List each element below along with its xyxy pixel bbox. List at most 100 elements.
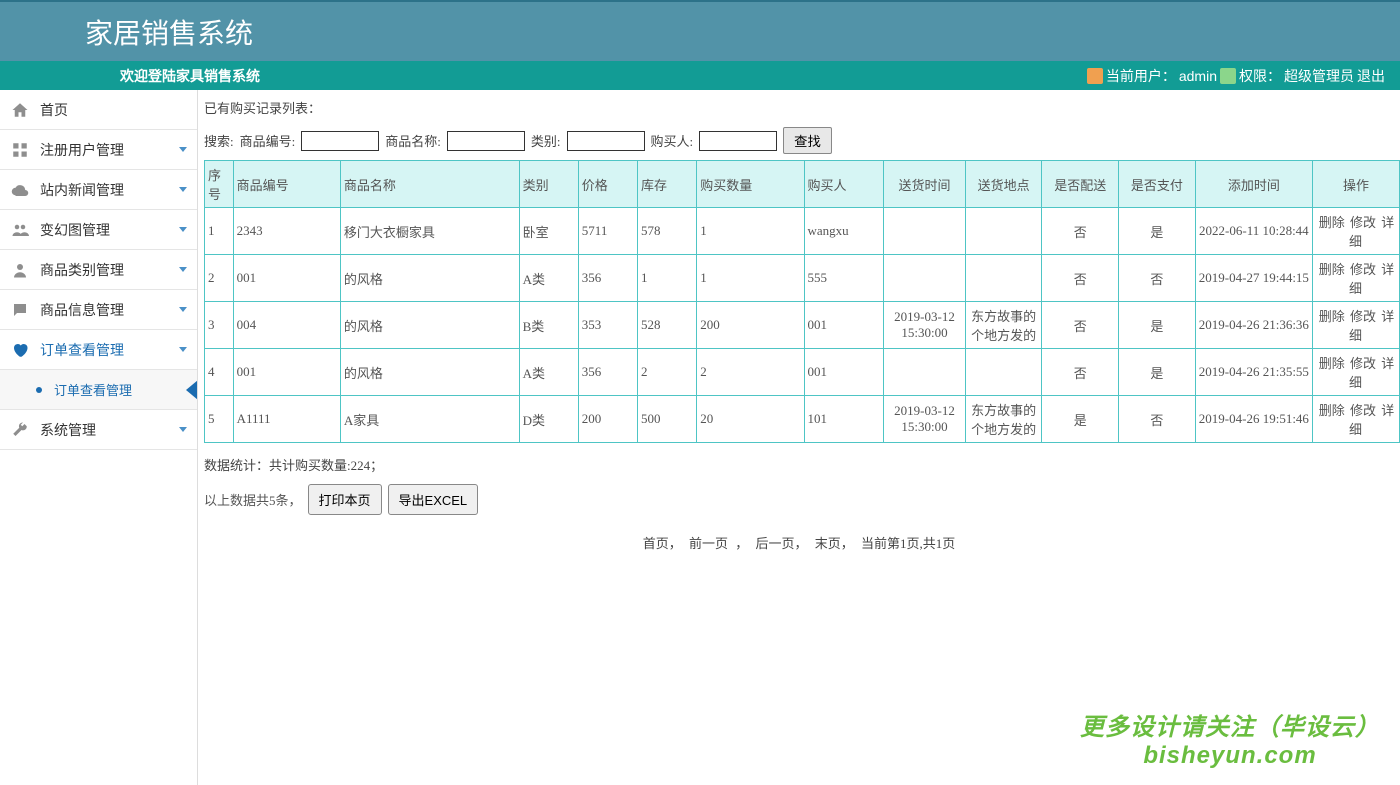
category-input[interactable] [567, 131, 645, 151]
table-cell: 001 [233, 255, 340, 302]
table-cell: wangxu [804, 208, 884, 255]
table-cell: 528 [638, 302, 697, 349]
export-button[interactable]: 导出EXCEL [388, 484, 479, 515]
home-icon [10, 100, 30, 120]
chevron-down-icon [179, 227, 187, 232]
table-cell: 3 [205, 302, 234, 349]
table-cell: 否 [1042, 208, 1119, 255]
search-bar: 搜索: 商品编号: 商品名称: 类别: 购买人: 查找 [204, 127, 1394, 154]
delete-link[interactable]: 删除 [1319, 309, 1345, 324]
chevron-down-icon [179, 307, 187, 312]
table-cell: 2019-04-26 19:51:46 [1195, 396, 1312, 443]
table-cell: A类 [519, 349, 578, 396]
wrench-icon [10, 420, 30, 440]
page-last[interactable]: 末页， [815, 536, 854, 551]
user-icon [1087, 68, 1103, 84]
data-table: 序号 商品编号 商品名称 类别 价格 库存 购买数量 购买人 送货时间 送货地点… [204, 160, 1400, 443]
logout-link[interactable]: 退出 [1357, 66, 1385, 86]
edit-link[interactable]: 修改 [1350, 262, 1376, 277]
delete-link[interactable]: 删除 [1319, 262, 1345, 277]
chevron-down-icon [179, 427, 187, 432]
sidebar-item-home[interactable]: 首页 [0, 90, 197, 130]
table-cell: 200 [578, 396, 637, 443]
page-prev[interactable]: 前一页 [689, 536, 728, 551]
table-cell: 否 [1042, 255, 1119, 302]
table-cell: 是 [1042, 396, 1119, 443]
sidebar-item-system[interactable]: 系统管理 [0, 410, 197, 450]
app-title: 家居销售系统 [85, 12, 253, 52]
table-cell: A家具 [340, 396, 519, 443]
table-cell: 20 [697, 396, 804, 443]
table-cell: 2 [697, 349, 804, 396]
delete-link[interactable]: 删除 [1319, 356, 1345, 371]
th-atime: 添加时间 [1195, 161, 1312, 208]
product-code-input[interactable] [301, 131, 379, 151]
th-buyer: 购买人 [804, 161, 884, 208]
page-first[interactable]: 首页， [643, 536, 682, 551]
table-cell: 5 [205, 396, 234, 443]
table-cell: 356 [578, 349, 637, 396]
sidebar-item-news[interactable]: 站内新闻管理 [0, 170, 197, 210]
list-title: 已有购买记录列表： [204, 98, 1394, 117]
print-button[interactable]: 打印本页 [308, 484, 382, 515]
sidebar-item-users[interactable]: 注册用户管理 [0, 130, 197, 170]
table-cell [965, 208, 1042, 255]
table-cell: 的风格 [340, 349, 519, 396]
table-cell: 004 [233, 302, 340, 349]
table-cell: 的风格 [340, 255, 519, 302]
search-button[interactable]: 查找 [783, 127, 832, 154]
th-stock: 库存 [638, 161, 697, 208]
delete-link[interactable]: 删除 [1319, 403, 1345, 418]
table-cell: 500 [638, 396, 697, 443]
table-cell: 是 [1119, 208, 1196, 255]
table-cell: 2019-03-12 15:30:00 [884, 396, 966, 443]
th-name: 商品名称 [340, 161, 519, 208]
cloud-icon [10, 180, 30, 200]
edit-link[interactable]: 修改 [1350, 309, 1376, 324]
table-cell: 否 [1042, 302, 1119, 349]
page-next[interactable]: 后一页， [756, 536, 808, 551]
buyer-input[interactable] [699, 131, 777, 151]
table-cell: 东方故事的个地方发的 [965, 396, 1042, 443]
delete-link[interactable]: 删除 [1319, 215, 1345, 230]
submenu-item-orders[interactable]: 订单查看管理 [0, 370, 197, 410]
chevron-down-icon [179, 147, 187, 152]
table-cell [965, 349, 1042, 396]
table-cell: 4 [205, 349, 234, 396]
sidebar: 首页 注册用户管理 站内新闻管理 变幻图管理 商品类别管理 商品 [0, 90, 198, 785]
th-idx: 序号 [205, 161, 234, 208]
table-cell: 否 [1042, 349, 1119, 396]
sidebar-item-category[interactable]: 商品类别管理 [0, 250, 197, 290]
buyer-label: 购买人: [651, 131, 694, 150]
table-cell: 2019-04-26 21:35:55 [1195, 349, 1312, 396]
table-cell: 东方故事的个地方发的 [965, 302, 1042, 349]
search-prefix: 搜索: [204, 131, 234, 150]
table-cell-ops: 删除 修改 详细 [1313, 208, 1400, 255]
active-marker-icon [186, 380, 198, 400]
sidebar-item-orders[interactable]: 订单查看管理 [0, 330, 197, 370]
page-info: 当前第1页,共1页 [861, 536, 955, 551]
edit-link[interactable]: 修改 [1350, 403, 1376, 418]
person-icon [10, 260, 30, 280]
th-cat: 类别 [519, 161, 578, 208]
sidebar-item-product[interactable]: 商品信息管理 [0, 290, 197, 330]
subheader: 欢迎登陆家具销售系统 当前用户： admin 权限： 超级管理员 退出 [0, 61, 1400, 90]
product-name-input[interactable] [447, 131, 525, 151]
records-count: 以上数据共5条， [204, 490, 302, 509]
table-cell: 2 [205, 255, 234, 302]
sidebar-item-label: 订单查看管理 [40, 340, 179, 360]
edit-link[interactable]: 修改 [1350, 215, 1376, 230]
table-cell: 5711 [578, 208, 637, 255]
table-cell [884, 255, 966, 302]
table-cell: 578 [638, 208, 697, 255]
sidebar-item-slider[interactable]: 变幻图管理 [0, 210, 197, 250]
table-cell [965, 255, 1042, 302]
table-header-row: 序号 商品编号 商品名称 类别 价格 库存 购买数量 购买人 送货时间 送货地点… [205, 161, 1400, 208]
table-cell: 是 [1119, 302, 1196, 349]
table-cell: 2019-03-12 15:30:00 [884, 302, 966, 349]
table-row: 12343移门大衣橱家具卧室57115781wangxu否是2022-06-11… [205, 208, 1400, 255]
edit-link[interactable]: 修改 [1350, 356, 1376, 371]
table-row: 2001的风格A类35611555否否2019-04-27 19:44:15删除… [205, 255, 1400, 302]
role: 超级管理员 [1284, 66, 1354, 86]
table-cell: 353 [578, 302, 637, 349]
